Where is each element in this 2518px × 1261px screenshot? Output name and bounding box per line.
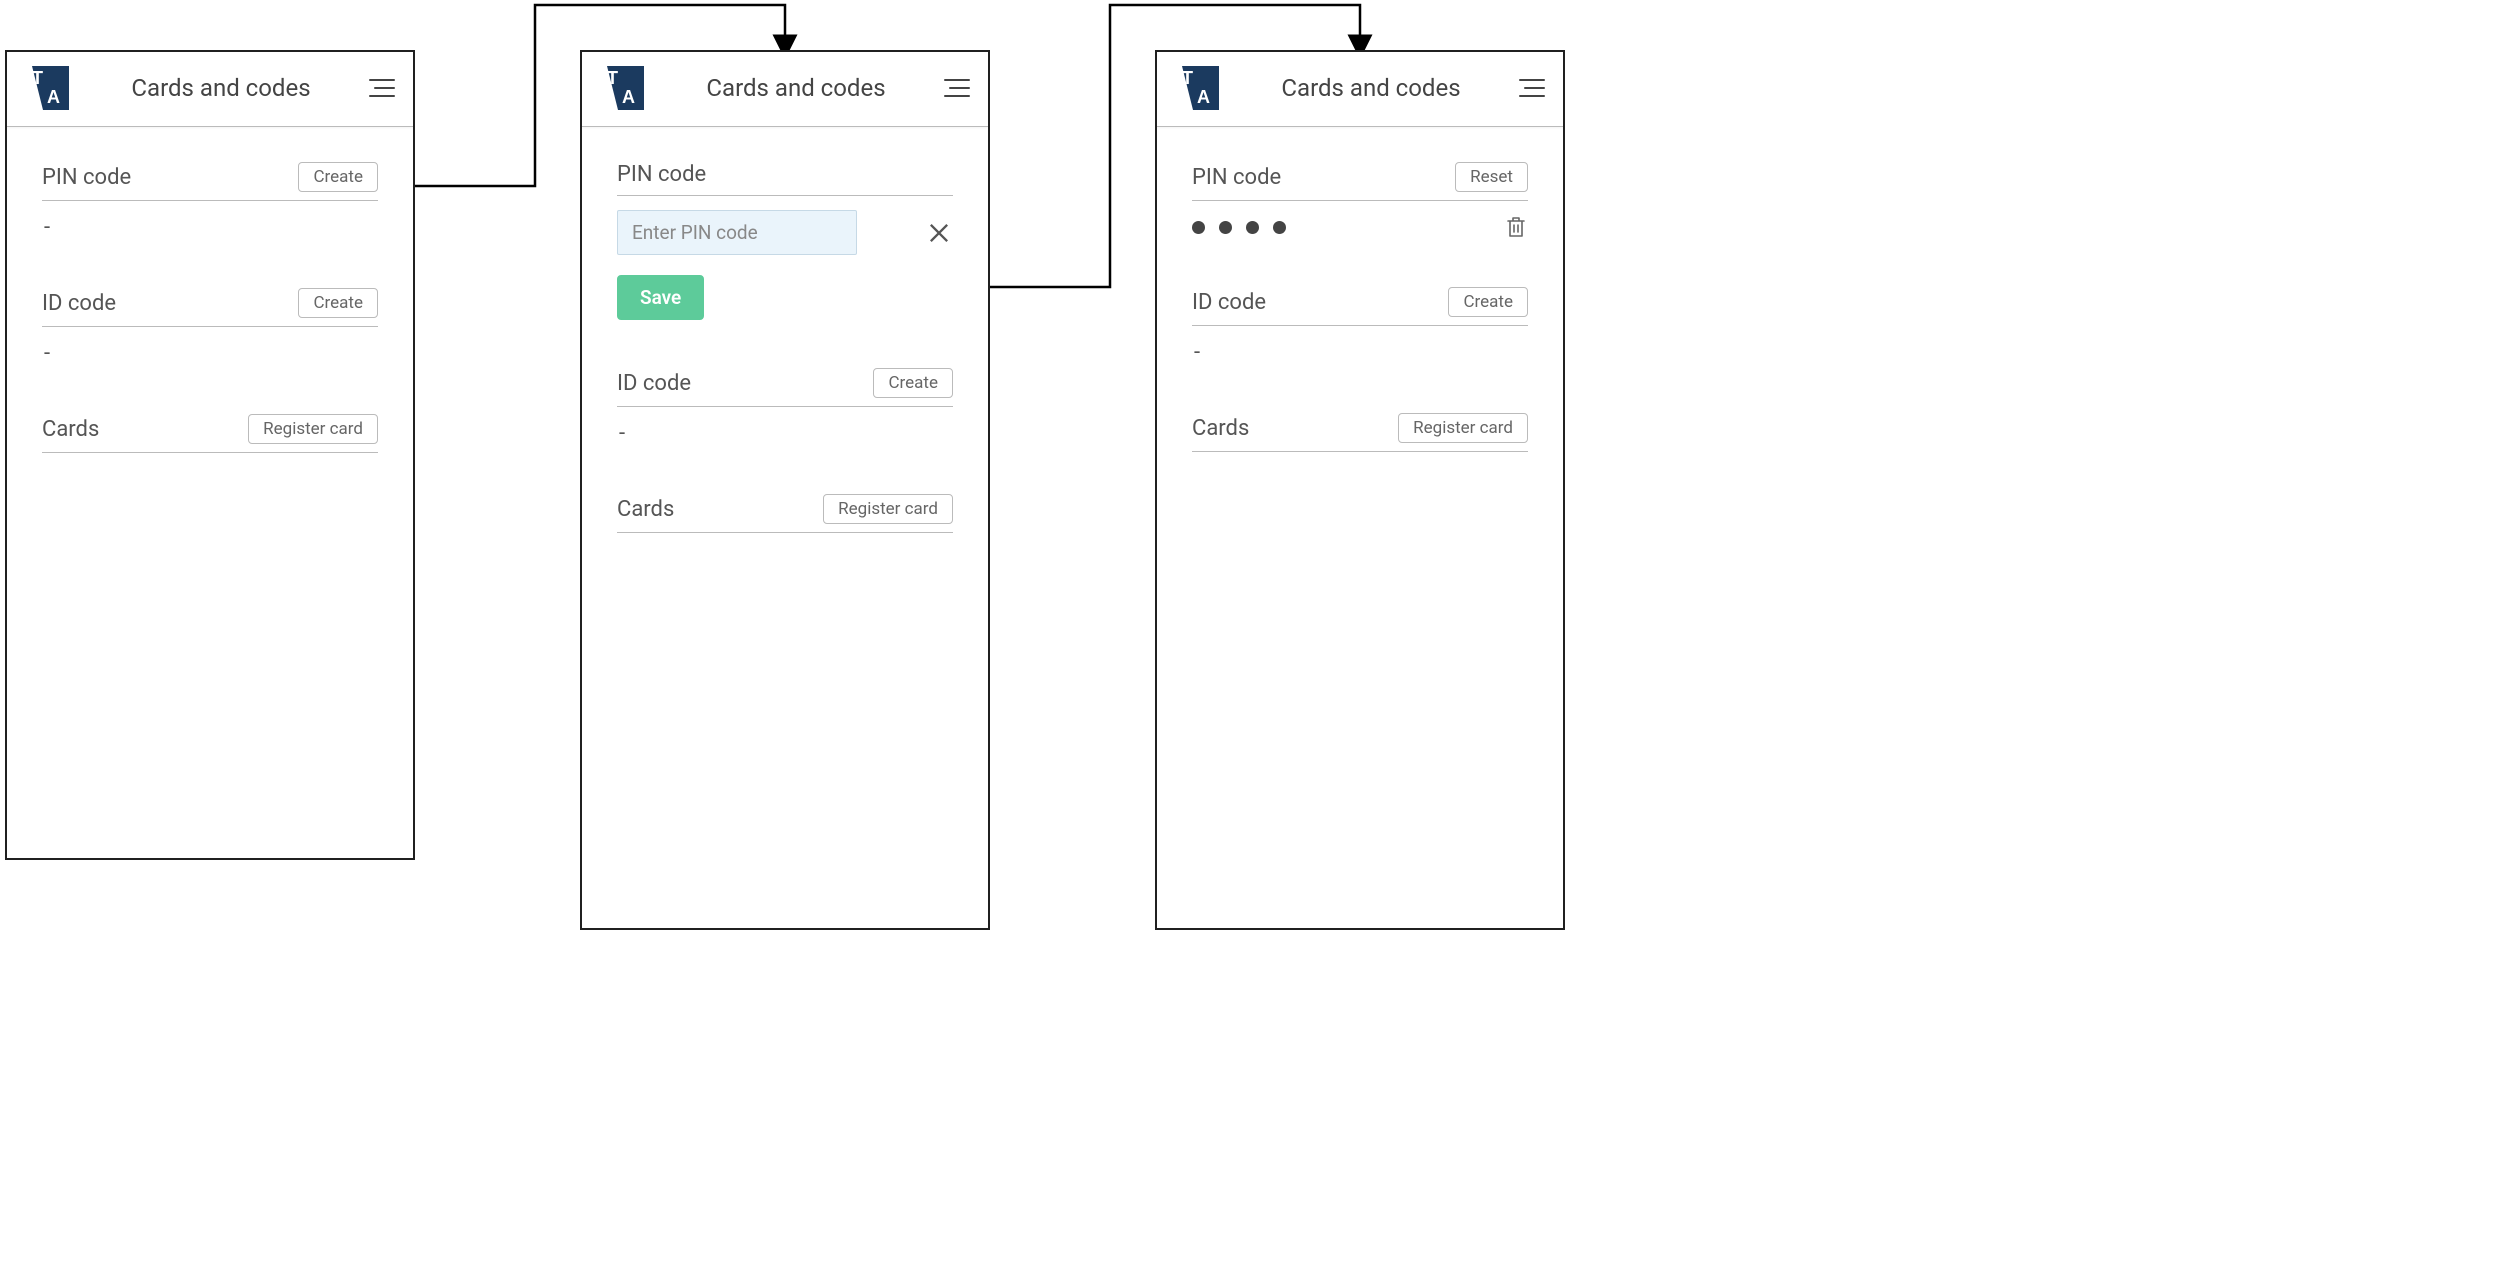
cards-section: Cards Register card [42, 414, 378, 453]
svg-text:A: A [1197, 87, 1210, 107]
pin-section: PIN code Create - [42, 162, 378, 240]
header: T A Cards and codes [7, 52, 413, 127]
register-card-button[interactable]: Register card [1398, 413, 1528, 443]
svg-text:T: T [32, 68, 43, 88]
app-logo-icon: T A [600, 64, 648, 112]
id-section: ID code Create - [617, 368, 953, 446]
svg-text:T: T [607, 68, 618, 88]
pin-section-header: PIN code [617, 162, 953, 196]
pin-value: - [42, 215, 378, 240]
close-icon[interactable] [925, 219, 953, 247]
cards-label: Cards [42, 417, 99, 442]
pin-input-row [617, 210, 953, 255]
page-title: Cards and codes [1223, 74, 1519, 102]
app-logo-icon: T A [1175, 64, 1223, 112]
pin-create-button[interactable]: Create [298, 162, 378, 192]
svg-text:T: T [1182, 68, 1193, 88]
cards-label: Cards [617, 497, 674, 522]
cards-section-header: Cards Register card [1192, 413, 1528, 452]
save-button[interactable]: Save [617, 275, 704, 320]
screen-enter-pin: T A Cards and codes PIN code Save ID cod… [580, 50, 990, 930]
id-label: ID code [1192, 290, 1266, 315]
trash-icon[interactable] [1504, 215, 1528, 239]
cards-section: Cards Register card [617, 494, 953, 533]
svg-text:A: A [622, 87, 635, 107]
id-section-header: ID code Create [617, 368, 953, 407]
id-value: - [42, 341, 378, 366]
id-section: ID code Create - [42, 288, 378, 366]
menu-icon[interactable] [1519, 75, 1545, 101]
id-value: - [617, 421, 953, 446]
pin-section: PIN code Save [617, 162, 953, 320]
pin-section-header: PIN code Reset [1192, 162, 1528, 201]
svg-text:A: A [47, 87, 60, 107]
screen-initial: T A Cards and codes PIN code Create - ID… [5, 50, 415, 860]
page-title: Cards and codes [648, 74, 944, 102]
id-label: ID code [42, 291, 116, 316]
screen-body: PIN code Reset ID code Create - [1157, 127, 1563, 928]
pin-section-header: PIN code Create [42, 162, 378, 201]
screen-pin-set: T A Cards and codes PIN code Reset [1155, 50, 1565, 930]
pin-dot-icon [1192, 221, 1205, 234]
id-create-button[interactable]: Create [873, 368, 953, 398]
id-section-header: ID code Create [1192, 287, 1528, 326]
id-create-button[interactable]: Create [1448, 287, 1528, 317]
pin-reset-button[interactable]: Reset [1455, 162, 1528, 192]
pin-value-row [1192, 215, 1528, 239]
pin-input[interactable] [617, 210, 857, 255]
id-section: ID code Create - [1192, 287, 1528, 365]
cards-section: Cards Register card [1192, 413, 1528, 452]
pin-label: PIN code [1192, 165, 1281, 190]
pin-masked-value [1192, 221, 1286, 234]
cards-label: Cards [1192, 416, 1249, 441]
pin-label: PIN code [617, 162, 706, 187]
id-create-button[interactable]: Create [298, 288, 378, 318]
register-card-button[interactable]: Register card [248, 414, 378, 444]
pin-section: PIN code Reset [1192, 162, 1528, 239]
pin-dot-icon [1273, 221, 1286, 234]
pin-dot-icon [1246, 221, 1259, 234]
pin-dot-icon [1219, 221, 1232, 234]
page-title: Cards and codes [73, 74, 369, 102]
register-card-button[interactable]: Register card [823, 494, 953, 524]
cards-section-header: Cards Register card [42, 414, 378, 453]
screen-body: PIN code Save ID code Create - Cards Reg… [582, 127, 988, 928]
app-logo-icon: T A [25, 64, 73, 112]
screen-body: PIN code Create - ID code Create - Cards… [7, 127, 413, 858]
id-value: - [1192, 340, 1528, 365]
id-section-header: ID code Create [42, 288, 378, 327]
menu-icon[interactable] [944, 75, 970, 101]
id-label: ID code [617, 371, 691, 396]
header: T A Cards and codes [1157, 52, 1563, 127]
menu-icon[interactable] [369, 75, 395, 101]
pin-label: PIN code [42, 165, 131, 190]
cards-section-header: Cards Register card [617, 494, 953, 533]
header: T A Cards and codes [582, 52, 988, 127]
